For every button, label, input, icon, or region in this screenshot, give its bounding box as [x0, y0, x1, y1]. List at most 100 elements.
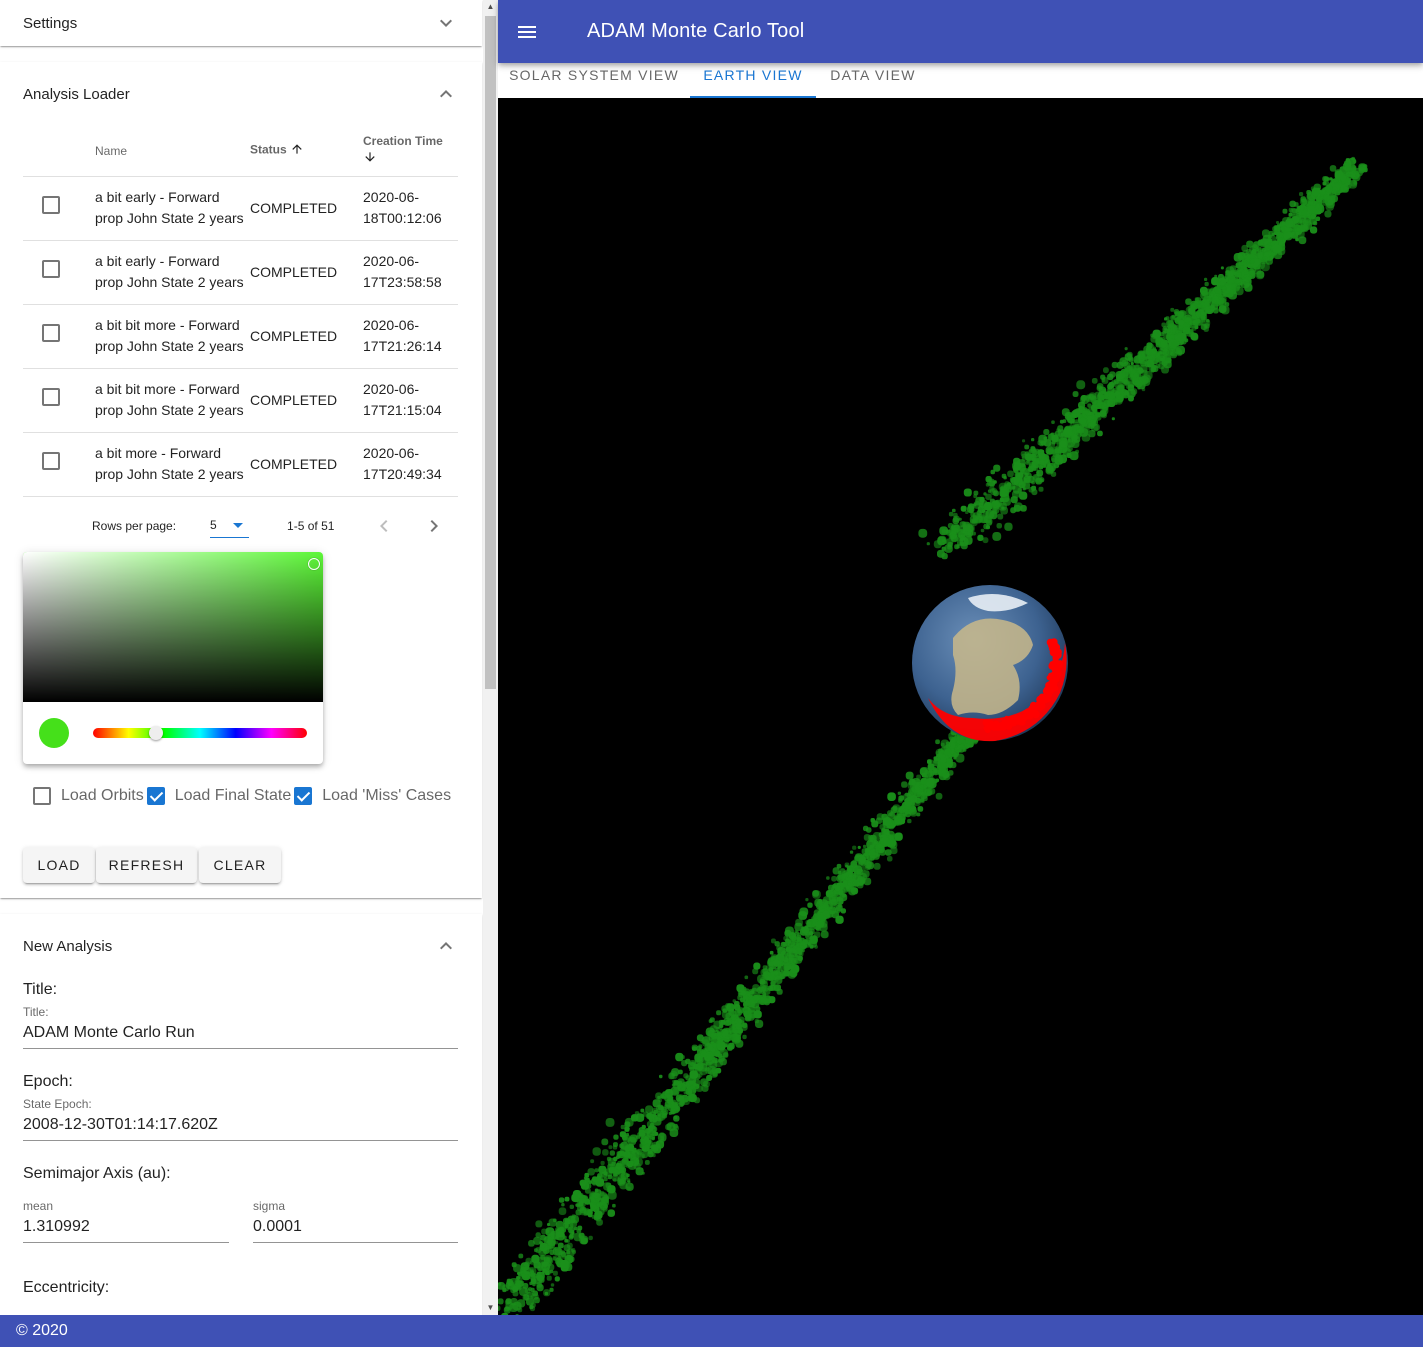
clear-button[interactable]: CLEAR: [199, 847, 281, 883]
trajectory-point: [1182, 326, 1191, 335]
row-checkbox[interactable]: [42, 452, 60, 470]
trajectory-point: [888, 834, 894, 841]
status-column-header[interactable]: Status: [250, 126, 363, 177]
menu-icon[interactable]: [515, 20, 539, 44]
row-checkbox[interactable]: [42, 196, 60, 214]
impact-point: [1057, 660, 1064, 666]
trajectory-point: [1088, 422, 1095, 429]
settings-panel-header[interactable]: Settings: [0, 0, 482, 46]
trajectory-point: [601, 1138, 609, 1146]
trajectory-point: [752, 993, 761, 1001]
load-orbits-checkbox[interactable]: [33, 787, 51, 805]
trajectory-point: [698, 1044, 703, 1049]
new-analysis-panel-header[interactable]: New Analysis: [0, 914, 482, 978]
trajectory-point: [599, 1202, 608, 1211]
scroll-down-arrow-icon[interactable]: ▼: [483, 1301, 498, 1315]
trajectory-point: [627, 1143, 634, 1151]
load-final-state-option[interactable]: Load Final State: [146, 787, 291, 805]
next-page-icon[interactable]: [422, 514, 446, 538]
scroll-up-arrow-icon[interactable]: ▲: [483, 0, 498, 14]
tab-data-view[interactable]: DATA VIEW: [816, 63, 930, 98]
eccentricity-heading: Eccentricity:: [23, 1279, 110, 1296]
trajectory-point: [1347, 174, 1351, 178]
trajectory-point: [873, 862, 881, 870]
hue-slider-thumb[interactable]: [149, 726, 163, 740]
table-row[interactable]: a bit early - Forward prop John State 2 …: [23, 240, 458, 305]
impact-point: [1053, 654, 1059, 661]
trajectory-point: [1059, 440, 1066, 447]
load-orbits-option[interactable]: Load Orbits: [33, 787, 144, 805]
new-analysis-form: Title: Title: ADAM Monte Carlo Run Epoch…: [0, 981, 482, 1297]
table-row[interactable]: a bit bit more - Forward prop John State…: [23, 368, 458, 433]
trajectory-point: [863, 877, 872, 886]
trajectory-point: [700, 1051, 707, 1058]
load-final-state-checkbox[interactable]: [146, 787, 165, 805]
earth-view-canvas[interactable]: [498, 98, 1423, 1315]
impact-point: [1047, 693, 1052, 698]
trajectory-point: [1257, 239, 1264, 246]
row-checkbox[interactable]: [42, 388, 60, 406]
state-epoch-field[interactable]: 2008-12-30T01:14:17.620Z: [23, 1111, 458, 1141]
load-button[interactable]: LOAD: [23, 847, 95, 883]
trajectory-point: [729, 1010, 737, 1018]
trajectory-point: [991, 489, 996, 493]
row-checkbox[interactable]: [42, 260, 60, 278]
drawer-scrollbar-thumb[interactable]: [485, 16, 496, 689]
caret-down-icon: [233, 522, 244, 528]
impact-point: [1009, 716, 1017, 724]
trajectory-point: [808, 939, 818, 948]
trajectory-point: [550, 1283, 555, 1287]
trajectory-point: [1031, 438, 1035, 442]
app-bar: ADAM Monte Carlo Tool: [498, 0, 1423, 63]
hue-slider[interactable]: [93, 728, 307, 738]
load-miss-cases-option[interactable]: Load 'Miss' Cases: [294, 787, 451, 805]
trajectory-point: [530, 1277, 536, 1283]
trajectory-point: [1220, 266, 1224, 270]
trajectory-point: [638, 1127, 646, 1134]
state-epoch-field-label: State Epoch:: [23, 1097, 92, 1111]
load-miss-cases-checkbox[interactable]: [294, 787, 313, 805]
trajectory-point: [856, 854, 860, 858]
color-picker-handle[interactable]: [308, 558, 320, 570]
tab-earth-view[interactable]: EARTH VIEW: [690, 63, 816, 98]
trajectory-point: [1325, 202, 1334, 211]
saturation-value-canvas[interactable]: [23, 552, 323, 702]
chevron-down-icon[interactable]: [434, 11, 458, 35]
trajectory-point: [1001, 473, 1007, 479]
chevron-up-icon[interactable]: [434, 82, 458, 106]
semimajor-mean-field[interactable]: 1.310992: [23, 1213, 229, 1243]
row-checkbox[interactable]: [42, 324, 60, 342]
trajectory-point: [593, 1215, 599, 1221]
chevron-up-icon[interactable]: [434, 934, 458, 958]
previous-page-icon[interactable]: [372, 514, 396, 538]
trajectory-point: [1172, 329, 1176, 333]
table-row[interactable]: a bit early - Forward prop John State 2 …: [23, 176, 458, 241]
analysis-loader-panel-header[interactable]: Analysis Loader: [0, 62, 482, 126]
name-column-header[interactable]: Name: [95, 126, 250, 177]
creation-time-column-header[interactable]: Creation Time: [363, 126, 458, 177]
trajectory-point: [602, 1149, 609, 1156]
analysis-loader-panel: Analysis Loader Name Status Creation Tim…: [0, 62, 482, 898]
trajectory-point: [901, 781, 908, 788]
trajectory-point: [524, 1261, 530, 1268]
trajectory-point: [1092, 408, 1096, 412]
trajectory-point: [774, 941, 780, 947]
semimajor-sigma-field[interactable]: 0.0001: [253, 1213, 458, 1243]
tab-solar-system-view[interactable]: SOLAR SYSTEM VIEW: [498, 63, 690, 98]
trajectory-point: [502, 1284, 510, 1292]
refresh-button[interactable]: REFRESH: [96, 847, 197, 883]
rows-per-page-select[interactable]: 5: [210, 514, 250, 538]
trajectory-point: [652, 1099, 661, 1108]
trajectory-point: [1146, 342, 1153, 349]
trajectory-point: [975, 496, 984, 506]
title-field[interactable]: ADAM Monte Carlo Run: [23, 1019, 458, 1049]
trajectory-point: [1299, 223, 1308, 232]
trajectory-point: [1295, 237, 1299, 242]
table-row[interactable]: a bit more - Forward prop John State 2 y…: [23, 432, 458, 497]
trajectory-point: [1021, 463, 1025, 467]
trajectory-point: [1117, 384, 1125, 392]
table-row[interactable]: a bit bit more - Forward prop John State…: [23, 304, 458, 369]
semimajor-sigma-group: sigma 0.0001: [253, 1199, 458, 1243]
trajectory-point: [728, 1042, 735, 1050]
drawer-scrollbar[interactable]: ▲ ▼: [483, 0, 498, 1315]
